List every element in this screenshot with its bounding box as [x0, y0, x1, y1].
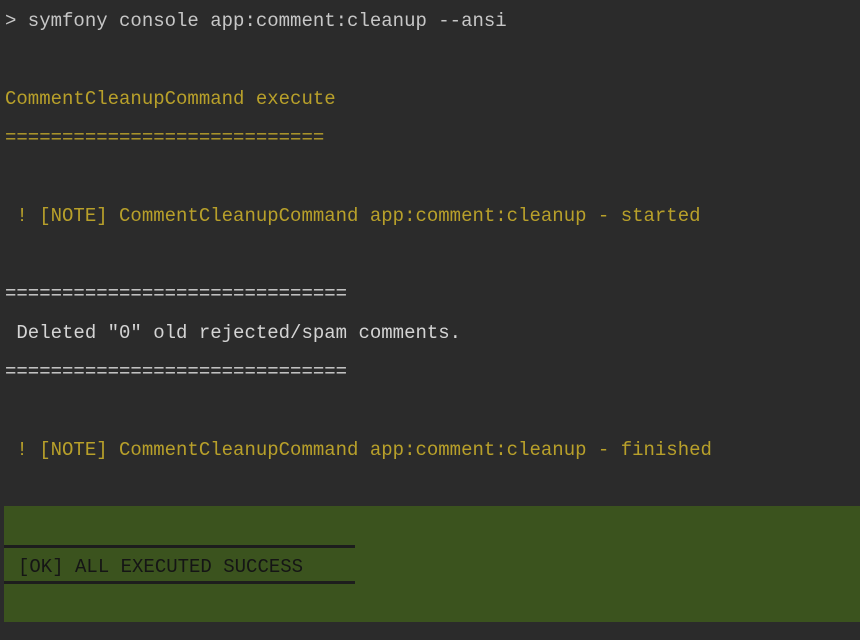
- terminal-window[interactable]: > symfony console app:comment:cleanup --…: [0, 0, 860, 640]
- title-rule: ============================: [5, 127, 325, 149]
- note-started: ! [NOTE] CommentCleanupCommand app:comme…: [5, 205, 701, 227]
- top-rule: ==============================: [5, 283, 348, 305]
- bottom-rule: ==============================: [5, 361, 348, 383]
- success-message: [OK] ALL EXECUTED SUCCESS: [18, 556, 304, 578]
- note-finished: ! [NOTE] CommentCleanupCommand app:comme…: [5, 439, 712, 461]
- command-line: > symfony console app:comment:cleanup --…: [5, 10, 507, 32]
- success-block: [OK] ALL EXECUTED SUCCESS: [4, 506, 860, 622]
- success-top-rule: [4, 545, 355, 548]
- deleted-message: Deleted "0" old rejected/spam comments.: [5, 322, 462, 344]
- success-bottom-rule: [4, 581, 355, 584]
- section-title: CommentCleanupCommand execute: [5, 88, 336, 110]
